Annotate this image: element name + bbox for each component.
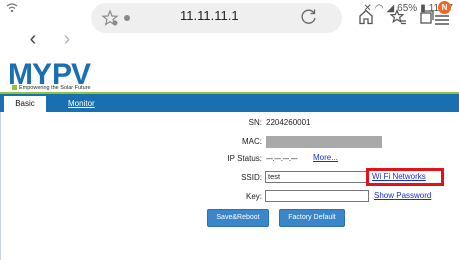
star-icon[interactable]: [101, 9, 119, 27]
tab-basic[interactable]: Basic: [4, 96, 46, 112]
save-reboot-button[interactable]: Save&Reboot: [207, 209, 269, 227]
mac-label: MAC:: [242, 137, 262, 146]
favorites-icon[interactable]: [389, 8, 407, 26]
tagline-square-icon: [12, 85, 17, 91]
svg-text:PV: PV: [52, 60, 91, 86]
back-icon[interactable]: ‹: [21, 28, 45, 52]
content-panel: [0, 112, 459, 260]
ip-status-label: IP Status:: [227, 154, 262, 163]
reload-icon[interactable]: [300, 8, 318, 26]
wifi-icon: ◠: [374, 3, 384, 14]
forward-icon[interactable]: ›: [55, 28, 79, 52]
mac-value-redacted: [266, 136, 382, 148]
url-text[interactable]: 11.11.11.1: [180, 8, 239, 23]
wifi-networks-link[interactable]: Wi Fi Networks: [366, 168, 444, 186]
home-icon[interactable]: [357, 8, 375, 26]
ssid-label: SSID:: [241, 173, 262, 182]
factory-default-button[interactable]: Factory Default: [279, 209, 345, 227]
secure-dot-icon: [124, 15, 130, 21]
sn-label: SN:: [248, 118, 262, 127]
tab-monitor[interactable]: Monitor: [68, 96, 95, 112]
ssid-input[interactable]: test: [265, 171, 369, 183]
key-label: Key:: [245, 192, 262, 201]
mypv-logo: MY PV: [8, 60, 92, 86]
ip-status-value: ---.---.---.---: [266, 154, 298, 163]
more-link[interactable]: More...: [313, 153, 338, 162]
sn-value: 2204260001: [266, 118, 311, 127]
menu-badge: N: [438, 1, 451, 14]
show-password-link[interactable]: Show Password: [374, 191, 431, 200]
key-input[interactable]: [265, 190, 369, 202]
brand-tagline: Empowering the Solar Future: [12, 85, 91, 91]
wifi-status-icon: [6, 3, 18, 13]
